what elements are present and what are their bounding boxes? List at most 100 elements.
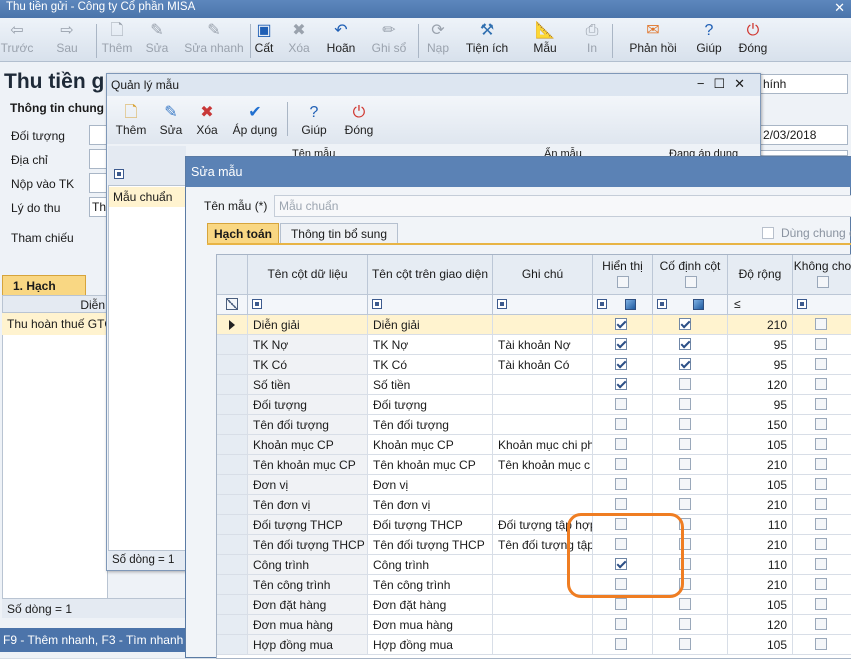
hien-thi-checkbox[interactable]	[615, 378, 627, 390]
cell-ghi-chu[interactable]	[493, 415, 593, 435]
hien-thi-checkbox[interactable]	[615, 438, 627, 450]
cell-do-rong[interactable]: 210	[728, 455, 793, 475]
cell-hien-thi[interactable]	[593, 455, 653, 475]
table-row[interactable]: Đơn mua hàng Đơn mua hàng 120	[217, 615, 851, 635]
cell-hien-thi[interactable]	[593, 395, 653, 415]
cell-hien-thi[interactable]	[593, 315, 653, 335]
khong-cho-checkbox[interactable]	[815, 398, 827, 410]
filter-co-dinh-cot[interactable]	[653, 295, 728, 315]
date-field[interactable]: 2/03/2018	[760, 125, 848, 145]
cell-hien-thi[interactable]	[593, 355, 653, 375]
header-khong-cho[interactable]: Không cho	[793, 255, 851, 295]
row-indicator[interactable]	[217, 575, 248, 595]
cell-khong-cho[interactable]	[793, 355, 851, 375]
co-dinh-cot-checkbox[interactable]	[679, 358, 691, 370]
cell-do-rong[interactable]: 95	[728, 395, 793, 415]
khong-cho-checkbox[interactable]	[815, 478, 827, 490]
hien-thi-checkbox[interactable]	[615, 358, 627, 370]
cell-do-rong[interactable]: 95	[728, 335, 793, 355]
hien-thi-checkbox[interactable]	[615, 338, 627, 350]
cell-hien-thi[interactable]	[593, 635, 653, 655]
cell-ghi-chu[interactable]	[493, 615, 593, 635]
toolbar-button-10[interactable]: ⚒ Tiện ích	[462, 18, 512, 62]
cell-khong-cho[interactable]	[793, 315, 851, 335]
co-dinh-cot-checkbox[interactable]	[679, 338, 691, 350]
khong-cho-checkbox[interactable]	[815, 318, 827, 330]
cell-do-rong[interactable]: 210	[728, 535, 793, 555]
table-row[interactable]: TK Có TK Có Tài khoản Có 95	[217, 355, 851, 375]
cell-ghi-chu[interactable]	[493, 395, 593, 415]
toolbar-button-6[interactable]: ✖ Xóa	[285, 18, 313, 62]
cell-do-rong[interactable]: 110	[728, 515, 793, 535]
cell-khong-cho[interactable]	[793, 435, 851, 455]
row-indicator[interactable]	[217, 355, 248, 375]
ten-mau-input[interactable]: Mẫu chuẩn	[274, 195, 851, 217]
cell-ghi-chu[interactable]: Khoản mục chi ph	[493, 435, 593, 455]
table-row[interactable]: Đơn vị Đơn vị 105	[217, 475, 851, 495]
header-khong-cho-checkbox[interactable]	[817, 276, 829, 288]
toolbar-button-14[interactable]: ? Giúp	[692, 18, 726, 62]
cell-co-dinh-cot[interactable]	[653, 475, 728, 495]
cell-khong-cho[interactable]	[793, 555, 851, 575]
khong-cho-checkbox[interactable]	[815, 358, 827, 370]
filter-value-icon[interactable]	[625, 299, 636, 310]
cell-ghi-chu[interactable]	[493, 595, 593, 615]
cell-co-dinh-cot[interactable]	[653, 435, 728, 455]
row-indicator[interactable]	[217, 515, 248, 535]
template-row[interactable]: Mẫu chuẩn	[109, 187, 185, 207]
filter-ten-cot-du-lieu[interactable]	[248, 295, 368, 315]
khong-cho-checkbox[interactable]	[815, 418, 827, 430]
row-indicator[interactable]	[217, 335, 248, 355]
cell-ghi-chu[interactable]	[493, 635, 593, 655]
cell-khong-cho[interactable]	[793, 595, 851, 615]
co-dinh-cot-checkbox[interactable]	[679, 498, 691, 510]
cell-co-dinh-cot[interactable]	[653, 455, 728, 475]
toolbar-button-11[interactable]: 📐 Mẫu	[530, 18, 560, 62]
table-row[interactable]: Tên công trình Tên công trình 210	[217, 575, 851, 595]
hien-thi-checkbox[interactable]	[615, 418, 627, 430]
khong-cho-checkbox[interactable]	[815, 598, 827, 610]
cell-ghi-chu[interactable]	[493, 495, 593, 515]
cell-hien-thi[interactable]	[593, 335, 653, 355]
cell-khong-cho[interactable]	[793, 375, 851, 395]
header-co-dinh-cot[interactable]: Cố định cột	[653, 255, 728, 295]
cell-do-rong[interactable]: 150	[728, 415, 793, 435]
cell-ghi-chu[interactable]: Tên khoản mục c	[493, 455, 593, 475]
row-indicator[interactable]	[217, 635, 248, 655]
cell-ten-cot-giao-dien[interactable]: Diễn giải	[368, 315, 493, 335]
toolbar-button-3[interactable]: ✎ Sửa	[144, 18, 170, 62]
hien-thi-checkbox[interactable]	[615, 478, 627, 490]
row-indicator[interactable]	[217, 595, 248, 615]
toolbar-button-4[interactable]: ✎ Sửa nhanh	[182, 18, 246, 62]
cell-khong-cho[interactable]	[793, 515, 851, 535]
cell-do-rong[interactable]: 110	[728, 555, 793, 575]
filter-icon[interactable]	[657, 299, 667, 309]
co-dinh-cot-checkbox[interactable]	[679, 378, 691, 390]
hien-thi-checkbox[interactable]	[615, 458, 627, 470]
filter-icon[interactable]	[372, 299, 382, 309]
table-row[interactable]: Đơn đặt hàng Đơn đặt hàng 105	[217, 595, 851, 615]
cell-co-dinh-cot[interactable]	[653, 375, 728, 395]
cell-ghi-chu[interactable]	[493, 375, 593, 395]
cell-co-dinh-cot[interactable]	[653, 355, 728, 375]
cell-do-rong[interactable]: 120	[728, 375, 793, 395]
khong-cho-checkbox[interactable]	[815, 498, 827, 510]
cell-hien-thi[interactable]	[593, 495, 653, 515]
co-dinh-cot-checkbox[interactable]	[679, 618, 691, 630]
cell-ten-cot-giao-dien[interactable]: Đơn vị	[368, 475, 493, 495]
header-co-dinh-cot-checkbox[interactable]	[685, 276, 697, 288]
filter-value-icon[interactable]	[693, 299, 704, 310]
filter-ten-cot-giao-dien[interactable]	[368, 295, 493, 315]
toolbar-button-12[interactable]: ⎙ In	[580, 18, 604, 62]
cell-khong-cho[interactable]	[793, 535, 851, 555]
main-close-icon[interactable]: ✕	[834, 0, 845, 16]
filter-do-rong[interactable]: ≤	[728, 295, 793, 315]
toolbar-button-9[interactable]: ⟳ Nạp	[424, 18, 452, 62]
cell-ghi-chu[interactable]	[493, 315, 593, 335]
cell-ten-cot-giao-dien[interactable]: Hợp đồng mua	[368, 635, 493, 655]
khong-cho-checkbox[interactable]	[815, 338, 827, 350]
khong-cho-checkbox[interactable]	[815, 638, 827, 650]
khong-cho-checkbox[interactable]	[815, 578, 827, 590]
header-ten-cot-giao-dien[interactable]: Tên cột trên giao diện	[368, 255, 493, 295]
cell-khong-cho[interactable]	[793, 455, 851, 475]
